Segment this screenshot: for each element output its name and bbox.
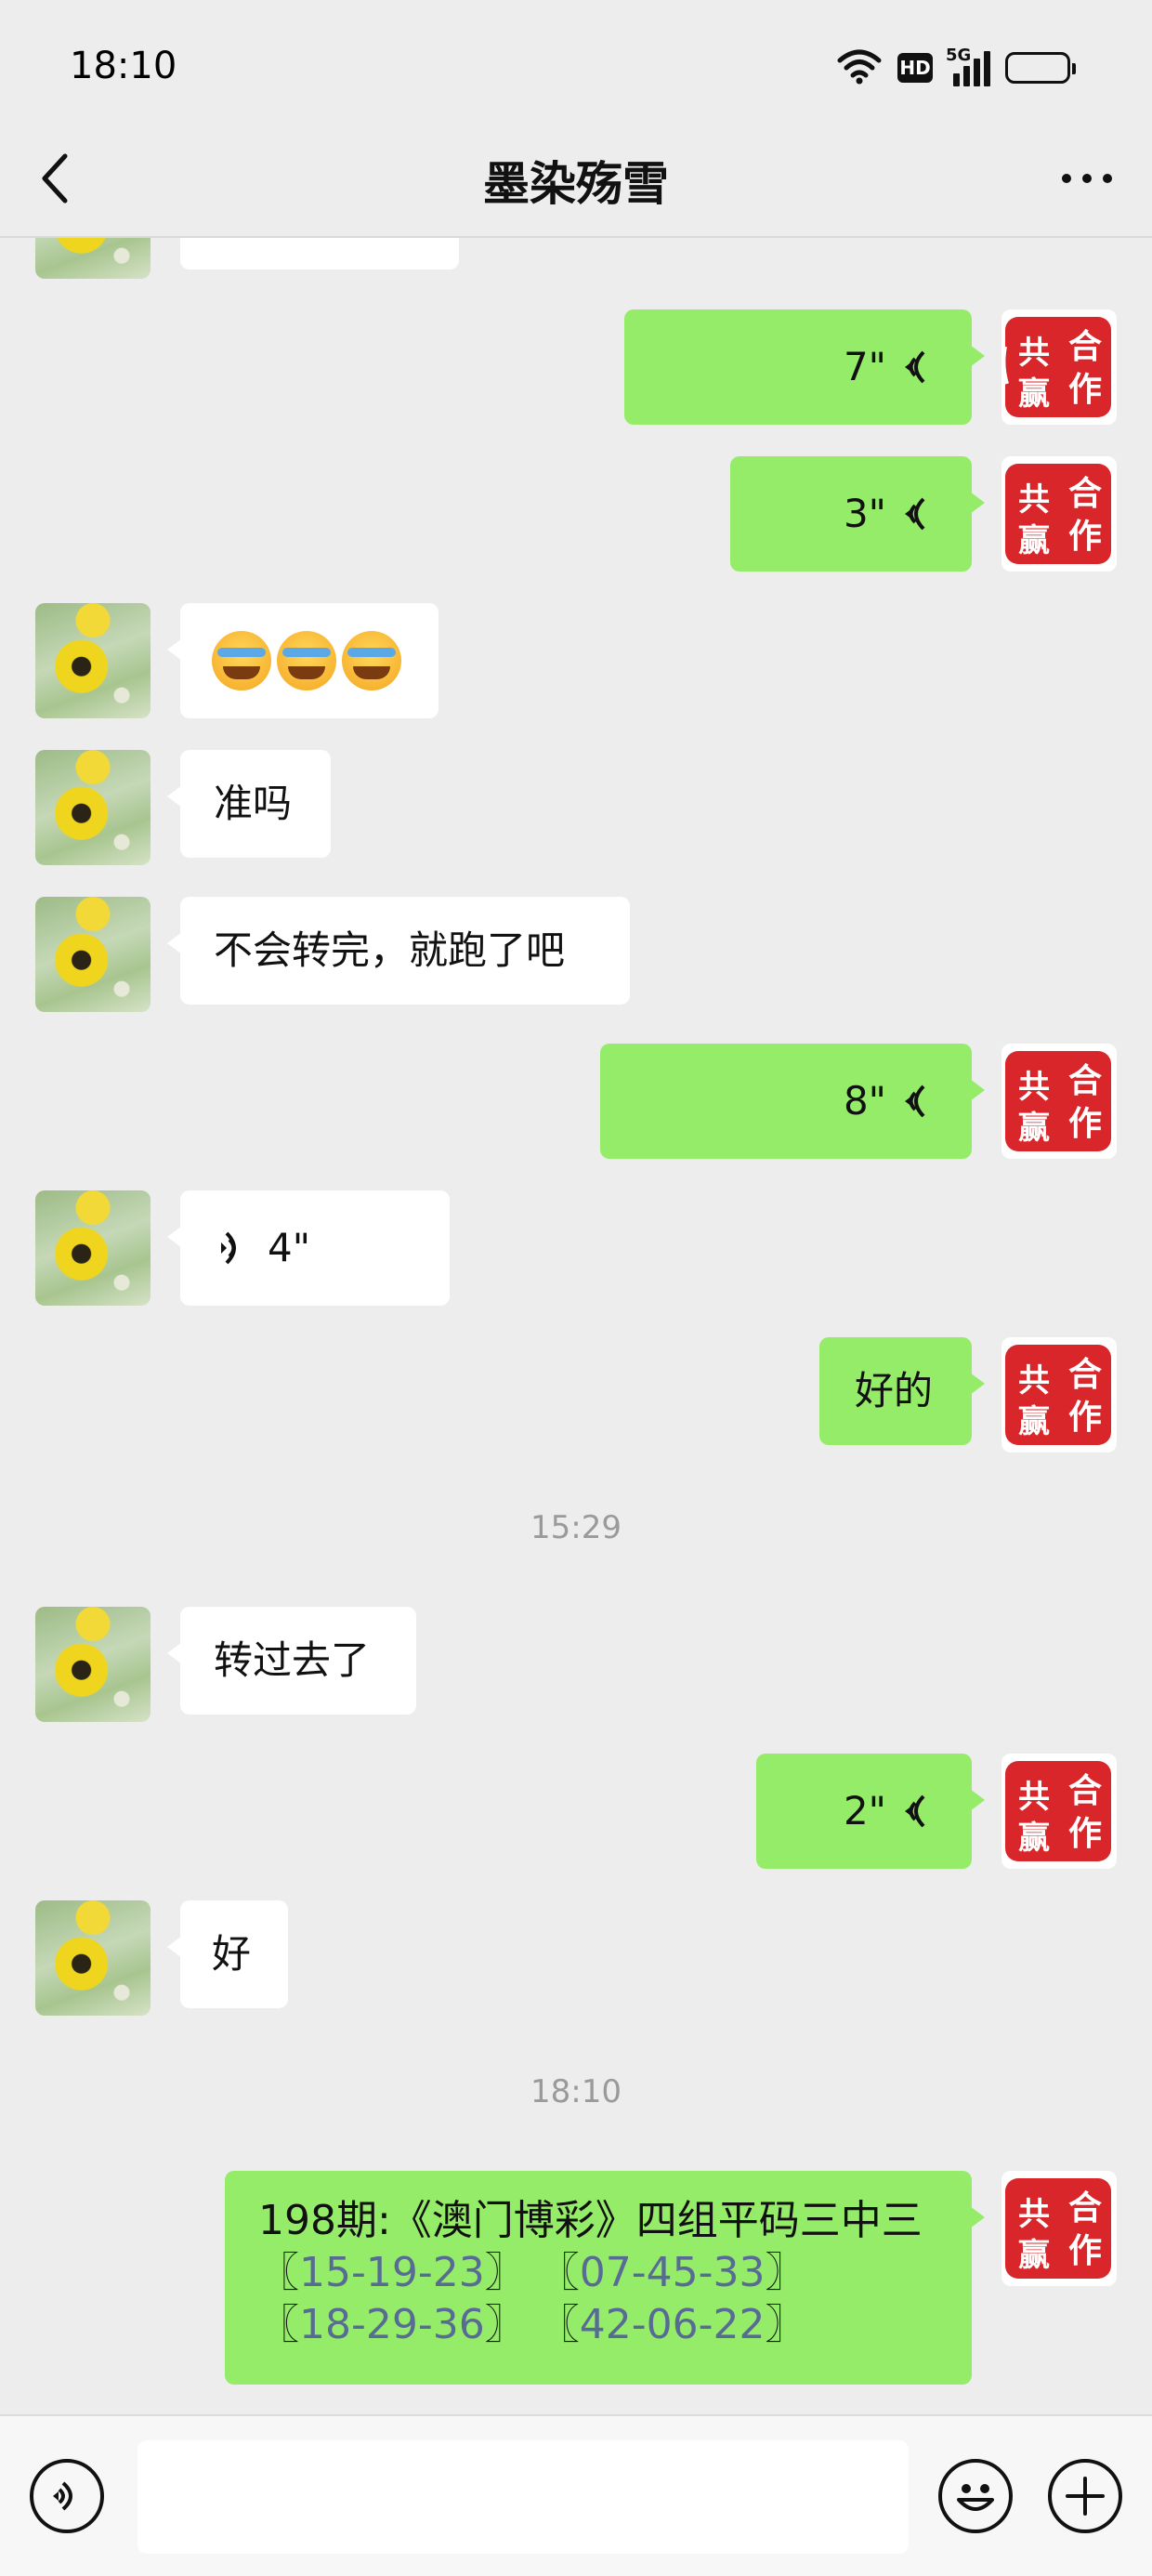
text-message-received[interactable]: 好: [167, 1900, 288, 2008]
voice-duration: 7": [843, 344, 886, 389]
face-tears-icon: [277, 631, 336, 690]
svg-text:合: 合: [1068, 1771, 1102, 1810]
emoji-message-received[interactable]: [167, 603, 439, 718]
status-bar: 18:10 HD 5G: [0, 0, 1152, 139]
svg-text:赢: 赢: [1018, 1110, 1050, 1147]
network-type-label: 5G: [946, 46, 972, 65]
svg-text:作: 作: [1068, 1104, 1102, 1143]
svg-text:共: 共: [1018, 481, 1050, 519]
avatar-self[interactable]: 合 作 共 赢: [1001, 2171, 1117, 2286]
svg-text:作: 作: [1068, 370, 1102, 409]
voice-message-sent[interactable]: 2": [756, 1754, 985, 1869]
face-tears-icon: [212, 631, 271, 690]
message-list[interactable]: 7" 合 作 共 赢 3" 合 作 共 赢 准吗 不会转完，就跑了吧 8" 合 …: [0, 238, 1152, 2414]
more-button[interactable]: [1050, 160, 1124, 197]
voice-message-sent[interactable]: 8": [600, 1044, 985, 1159]
avatar-self[interactable]: 合 作 共 赢: [1001, 309, 1117, 425]
message-bubble-partial[interactable]: [167, 238, 459, 269]
voice-duration: 4": [268, 1225, 311, 1270]
seal-text: 合: [1068, 327, 1102, 366]
svg-text:合: 合: [1068, 474, 1102, 513]
svg-text:作: 作: [1068, 1814, 1102, 1853]
status-time: 18:10: [70, 45, 177, 87]
text-message-sent[interactable]: 198期:《澳门博彩》四组平码三中三 〖15-19-23〗 〖07-45-33〗…: [225, 2171, 985, 2385]
avatar-contact[interactable]: [35, 1190, 151, 1306]
svg-text:作: 作: [1068, 2231, 1102, 2270]
svg-text:作: 作: [1068, 517, 1102, 556]
voice-message-sent[interactable]: 7": [624, 309, 985, 425]
status-icons: HD 5G: [836, 46, 1076, 89]
hd-icon: HD: [897, 53, 933, 83]
avatar-contact[interactable]: [35, 1900, 151, 2016]
voice-mode-icon: [53, 2481, 72, 2511]
voice-duration: 2": [843, 1788, 886, 1833]
svg-text:共: 共: [1018, 335, 1050, 372]
voice-message-sent[interactable]: 3": [730, 456, 985, 572]
svg-text:合: 合: [1068, 2188, 1102, 2228]
avatar-contact[interactable]: [35, 238, 151, 279]
message-line: 198期:《澳门博彩》四组平码三中三: [258, 2197, 923, 2244]
svg-text:共: 共: [1018, 2196, 1050, 2233]
voice-wave-icon: [905, 497, 925, 531]
avatar-contact[interactable]: [35, 1607, 151, 1722]
wifi-icon: [836, 47, 883, 88]
face-tears-icon: [342, 631, 401, 690]
svg-text:赢: 赢: [1018, 1403, 1050, 1440]
avatar-self[interactable]: 合 作 共 赢: [1001, 1754, 1117, 1869]
message-text: 准吗: [214, 781, 293, 826]
svg-text:作: 作: [1068, 1398, 1102, 1437]
message-text: 转过去了: [214, 1637, 371, 1683]
signal-icon: 5G: [946, 46, 990, 86]
plus-icon: [1066, 2477, 1105, 2516]
input-bar: [0, 2414, 1152, 2576]
battery-icon: [1005, 52, 1076, 84]
svg-text:赢: 赢: [1018, 1820, 1050, 1857]
voice-wave-icon: [905, 1084, 925, 1118]
voice-duration: 8": [843, 1078, 886, 1124]
voice-duration: 3": [843, 491, 886, 536]
message-input[interactable]: [137, 2440, 909, 2554]
avatar-self[interactable]: 合 作 共 赢: [1001, 1337, 1117, 1452]
svg-text:共: 共: [1018, 1779, 1050, 1816]
number-link[interactable]: 42-06-22: [580, 2301, 766, 2348]
voice-wave-icon: [905, 1794, 925, 1828]
message-line: 〖18-29-36〗 〖42-06-22〗: [258, 2301, 806, 2348]
number-link[interactable]: 07-45-33: [580, 2249, 766, 2296]
message-text: 好的: [855, 1368, 934, 1413]
svg-text:赢: 赢: [1018, 375, 1050, 413]
message-text: 好: [212, 1931, 252, 1977]
svg-text:赢: 赢: [1018, 2237, 1050, 2274]
svg-text:赢: 赢: [1018, 522, 1050, 559]
avatar-self[interactable]: 合 作 共 赢: [1001, 456, 1117, 572]
number-link[interactable]: 15-19-23: [299, 2249, 485, 2296]
voice-wave-icon: [905, 350, 925, 384]
svg-text:合: 合: [1068, 1061, 1102, 1100]
avatar-self[interactable]: 合 作 共 赢: [1001, 1044, 1117, 1159]
svg-text:共: 共: [1018, 1069, 1050, 1106]
message-line: 〖15-19-23〗 〖07-45-33〗: [258, 2249, 806, 2296]
number-link[interactable]: 18-29-36: [299, 2301, 485, 2348]
voice-wave-icon: [221, 1231, 236, 1265]
avatar-contact[interactable]: [35, 897, 151, 1012]
voice-message-received[interactable]: 4": [167, 1190, 450, 1306]
message-text: 不会转完，就跑了吧: [214, 927, 566, 973]
emoji-button[interactable]: [938, 2459, 1013, 2533]
svg-text:共: 共: [1018, 1362, 1050, 1400]
avatar-contact[interactable]: [35, 750, 151, 865]
chat-title: 墨染殇雪: [483, 157, 669, 211]
chat-header: 墨染殇雪: [0, 121, 1152, 238]
plus-button[interactable]: [1048, 2459, 1122, 2533]
voice-mode-button[interactable]: [30, 2459, 104, 2533]
emoji-icon: [957, 2484, 994, 2511]
timestamp: 18:10: [530, 2073, 622, 2110]
avatar-contact[interactable]: [35, 603, 151, 718]
text-message-received[interactable]: 准吗: [167, 750, 331, 858]
text-message-received[interactable]: 不会转完，就跑了吧: [167, 897, 630, 1005]
more-dots-icon: [1062, 174, 1071, 183]
text-message-sent[interactable]: 好的: [819, 1337, 985, 1445]
svg-text:合: 合: [1068, 1355, 1102, 1394]
text-message-received[interactable]: 转过去了: [167, 1607, 416, 1715]
timestamp: 15:29: [530, 1509, 622, 1546]
